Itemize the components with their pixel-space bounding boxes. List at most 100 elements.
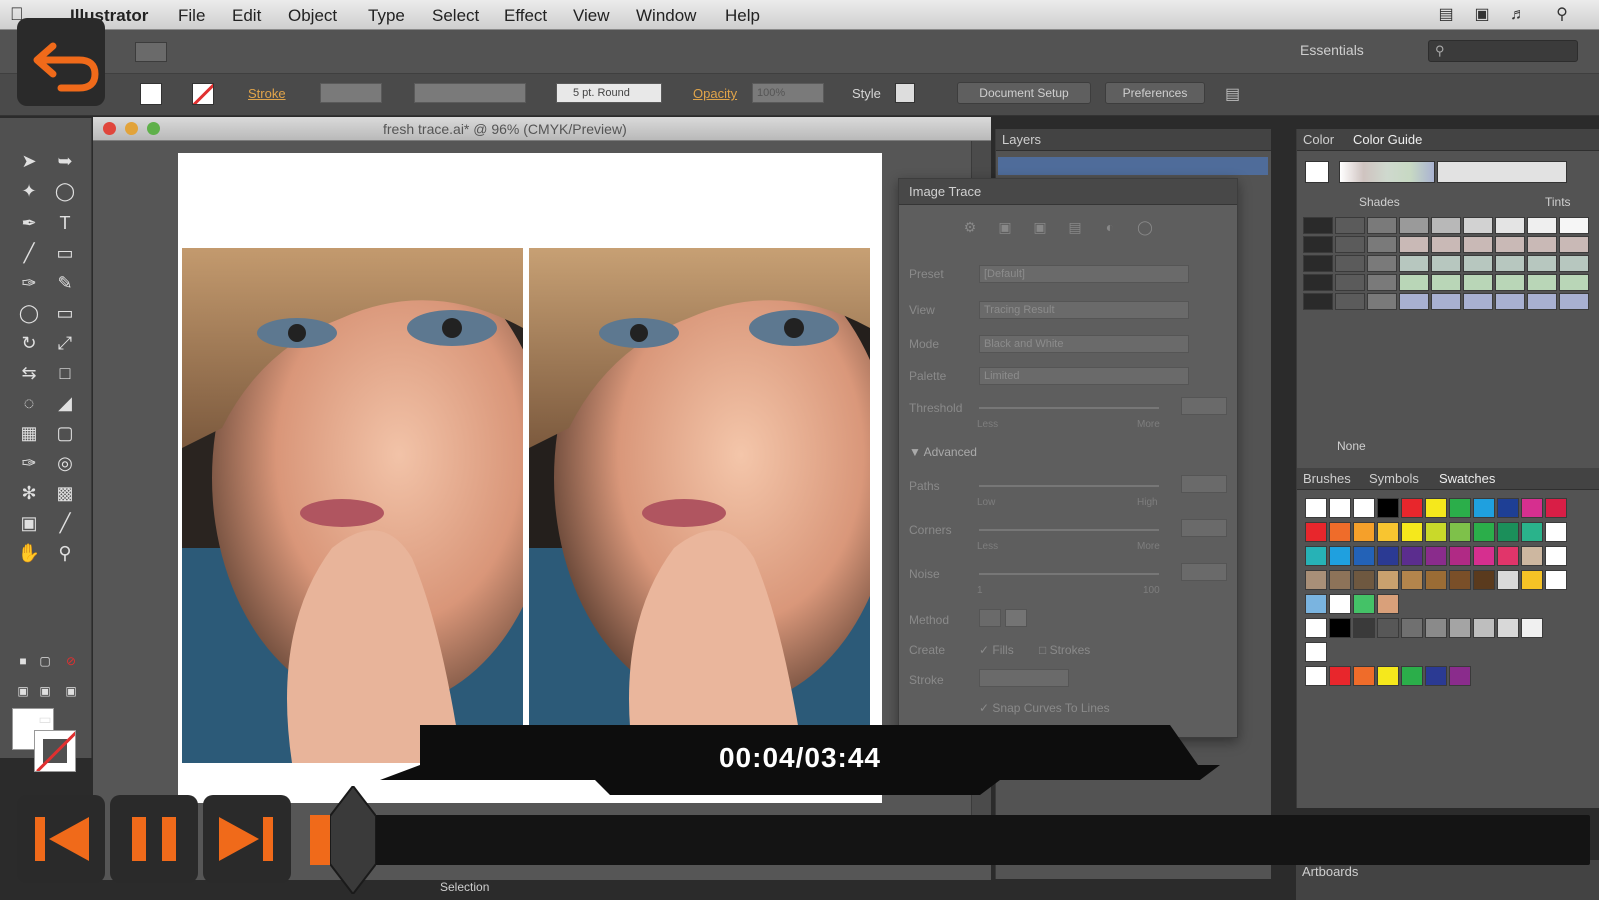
color-variation-swatch[interactable]	[1335, 293, 1365, 310]
magic-wand-tool-icon[interactable]: ✦	[14, 178, 44, 204]
color-swatch[interactable]	[1521, 618, 1543, 638]
seek-handle[interactable]	[330, 786, 376, 894]
base-color-swatch[interactable]	[1305, 161, 1329, 183]
type-tool-icon[interactable]: T	[50, 210, 80, 236]
artboard[interactable]	[178, 153, 882, 803]
direct-selection-tool-icon[interactable]: ➥	[50, 148, 80, 174]
color-swatch[interactable]	[1401, 666, 1423, 686]
window-icon[interactable]: ▣	[1472, 6, 1492, 23]
preferences-button[interactable]: Preferences	[1105, 82, 1205, 104]
black-white-icon[interactable]: ◐	[1099, 219, 1121, 237]
mode-dropdown[interactable]: Black and White	[979, 335, 1189, 353]
color-swatch[interactable]	[1353, 570, 1375, 590]
color-swatch[interactable]	[1377, 522, 1399, 542]
color-swatch[interactable]	[1353, 618, 1375, 638]
color-swatch[interactable]	[1401, 546, 1423, 566]
color-swatch[interactable]	[1329, 666, 1351, 686]
view-dropdown[interactable]: Tracing Result	[979, 301, 1189, 319]
color-variation-swatch[interactable]	[1495, 293, 1525, 310]
color-swatch[interactable]	[1425, 618, 1447, 638]
color-swatch[interactable]	[1305, 546, 1327, 566]
color-swatch[interactable]	[1377, 546, 1399, 566]
color-swatch[interactable]	[1353, 666, 1375, 686]
back-button[interactable]	[17, 18, 105, 106]
preset-dropdown[interactable]: [Default]	[979, 265, 1189, 283]
rotate-tool-icon[interactable]: ↻	[14, 330, 44, 356]
color-swatch[interactable]	[1305, 618, 1327, 638]
color-swatch[interactable]	[1401, 498, 1423, 518]
color-variation-swatch[interactable]	[1367, 255, 1397, 272]
color-swatch[interactable]	[1497, 522, 1519, 542]
color-variation-swatch[interactable]	[1335, 236, 1365, 253]
menu-type[interactable]: Type	[368, 6, 405, 26]
advanced-toggle[interactable]: ▼ Advanced	[909, 445, 977, 459]
color-variation-swatch[interactable]	[1495, 255, 1525, 272]
artboard-tool-icon[interactable]: ▣	[14, 510, 44, 536]
color-variation-swatch[interactable]	[1559, 236, 1589, 253]
outline-icon[interactable]: ◯	[1134, 219, 1156, 237]
swatch-grid[interactable]	[1305, 498, 1575, 718]
close-window-button[interactable]	[103, 122, 116, 135]
skip-back-button[interactable]	[17, 795, 105, 883]
color-swatch[interactable]	[1353, 594, 1375, 614]
color-swatch[interactable]	[1545, 522, 1567, 542]
brush-definition[interactable]: 5 pt. Round	[556, 83, 662, 103]
harmony-swatches[interactable]	[1339, 161, 1435, 183]
fills-checkbox[interactable]: ✓ Fills	[979, 643, 1014, 657]
color-swatch[interactable]	[1473, 618, 1495, 638]
blob-brush-tool-icon[interactable]: ◯	[14, 300, 44, 326]
volume-icon[interactable]: ♬	[1508, 6, 1528, 23]
color-swatch[interactable]	[1353, 546, 1375, 566]
menu-object[interactable]: Object	[288, 6, 337, 26]
opacity-input[interactable]: 100%	[752, 83, 824, 103]
color-swatch[interactable]	[1473, 522, 1495, 542]
pencil-tool-icon[interactable]: ✎	[50, 270, 80, 296]
scale-tool-icon[interactable]: ⤢	[50, 330, 80, 356]
menu-select[interactable]: Select	[432, 6, 479, 26]
shape-builder-tool-icon[interactable]: ◌	[14, 390, 44, 416]
color-swatch[interactable]	[1425, 522, 1447, 542]
color-variation-swatch[interactable]	[1335, 217, 1365, 234]
color-variation-swatch[interactable]	[1527, 255, 1557, 272]
color-variation-swatch[interactable]	[1303, 217, 1333, 234]
color-swatch[interactable]	[1401, 522, 1423, 542]
minimize-window-button[interactable]	[125, 122, 138, 135]
color-swatch[interactable]	[1377, 618, 1399, 638]
color-swatch[interactable]	[1401, 570, 1423, 590]
tab-layers[interactable]: Layers	[1002, 132, 1041, 147]
color-variation-swatch[interactable]	[1367, 217, 1397, 234]
gradient-tool-icon[interactable]: ▢	[50, 420, 80, 446]
graphic-style-swatch[interactable]	[895, 83, 915, 103]
rectangle-tool-icon[interactable]: ▭	[50, 240, 80, 266]
color-swatch[interactable]	[1449, 666, 1471, 686]
opacity-label[interactable]: Opacity	[693, 86, 737, 101]
color-variation-swatch[interactable]	[1399, 217, 1429, 234]
width-tool-icon[interactable]: ⇆	[14, 360, 44, 386]
noise-value[interactable]	[1181, 563, 1227, 581]
menu-window[interactable]: Window	[636, 6, 696, 26]
color-swatch[interactable]	[1425, 570, 1447, 590]
color-variations-grid[interactable]	[1303, 217, 1593, 313]
column-graph-tool-icon[interactable]: ▩	[50, 480, 80, 506]
color-swatch[interactable]	[1329, 546, 1351, 566]
color-variation-swatch[interactable]	[1527, 217, 1557, 234]
blend-tool-icon[interactable]: ◎	[50, 450, 80, 476]
tab-symbols[interactable]: Symbols	[1369, 471, 1419, 486]
eraser-tool-icon[interactable]: ▭	[50, 300, 80, 326]
method-abutting-icon[interactable]	[979, 609, 1001, 627]
color-swatch[interactable]	[1329, 618, 1351, 638]
color-variation-swatch[interactable]	[1303, 236, 1333, 253]
color-variation-swatch[interactable]	[1303, 255, 1333, 272]
menu-view[interactable]: View	[573, 6, 610, 26]
color-variation-swatch[interactable]	[1367, 293, 1397, 310]
traced-photo[interactable]	[529, 248, 870, 763]
color-swatch[interactable]	[1377, 666, 1399, 686]
color-swatch[interactable]	[1329, 522, 1351, 542]
align-icon[interactable]: ▤	[1225, 84, 1240, 104]
color-variation-swatch[interactable]	[1559, 293, 1589, 310]
variable-width-profile[interactable]	[414, 83, 526, 103]
menu-file[interactable]: File	[178, 6, 205, 26]
corners-slider[interactable]	[979, 529, 1159, 531]
color-swatch[interactable]	[1497, 498, 1519, 518]
color-swatch[interactable]	[1425, 498, 1447, 518]
